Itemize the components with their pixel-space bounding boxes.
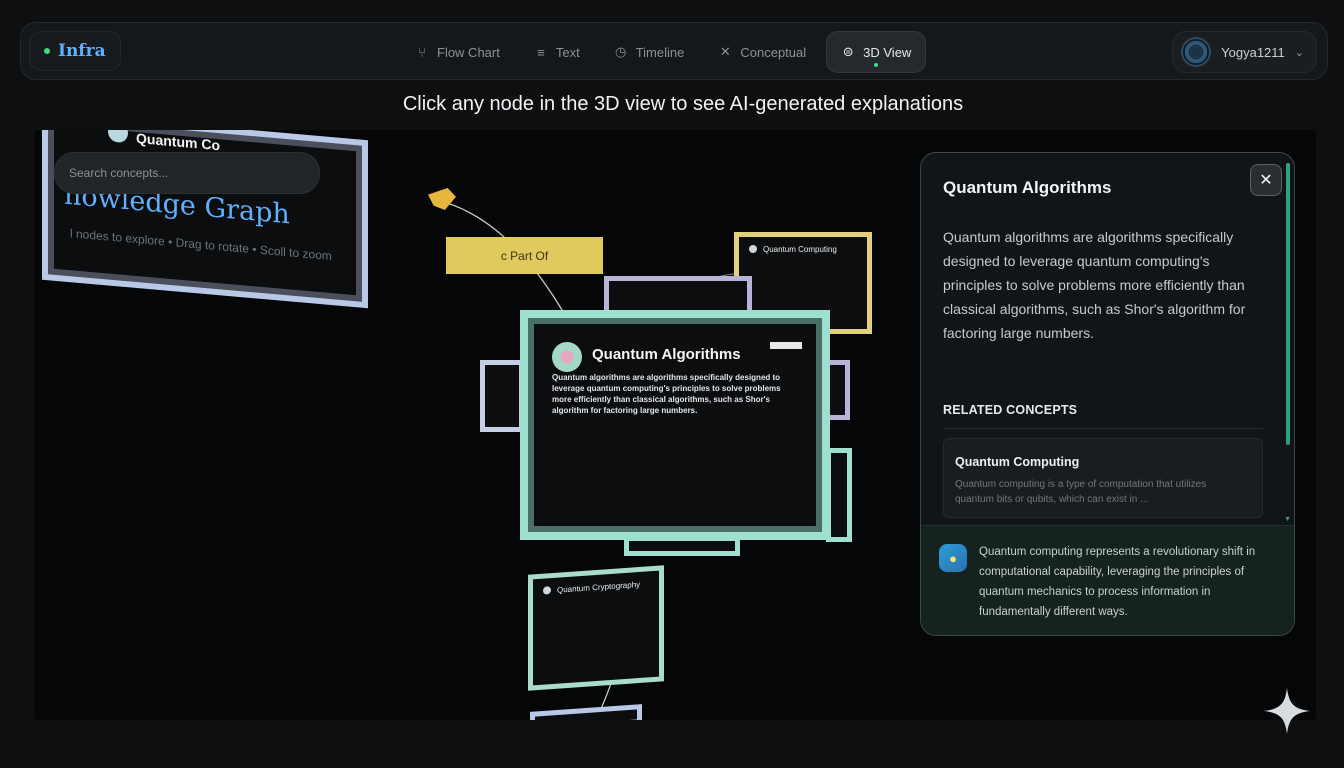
related-concept-title: Quantum Computing	[955, 455, 1080, 469]
avatar	[1181, 37, 1212, 67]
instruction-text: Click any node in the 3D view to see AI-…	[402, 93, 964, 115]
search-input[interactable]: Search concepts...	[54, 152, 320, 194]
node-description: Quantum algorithms are algorithms specif…	[552, 373, 781, 415]
top-navigation-bar: Infra ⑂ Flow Chart ≡ Text ◷ Timeline ✕ C…	[20, 22, 1328, 80]
scroll-down-icon[interactable]: ▼	[1284, 516, 1291, 523]
panel-description: Quantum algorithms are algorithms specif…	[943, 229, 1246, 341]
related-concepts-heading: RELATED CONCEPTS	[943, 403, 1078, 417]
tab-label: Text	[555, 44, 580, 60]
node-icon	[749, 245, 757, 253]
panel-title: Quantum Algorithms	[943, 178, 1112, 197]
concept-detail-panel: Quantum Algorithms ✕ Quantum algorithms …	[920, 152, 1295, 636]
header-node-title: Quantum Co	[136, 130, 220, 154]
tab-flow-chart[interactable]: ⑂ Flow Chart	[401, 31, 514, 73]
search-placeholder: Search concepts...	[69, 166, 169, 180]
lightbulb-icon: ●	[939, 544, 967, 572]
user-name: Yogya1211	[1221, 44, 1285, 60]
graph-subtitle: l nodes to explore • Drag to rotate • Sc…	[70, 226, 332, 264]
ai-insight-text: Quantum computing represents a revolutio…	[979, 546, 1256, 618]
node-icon	[552, 342, 582, 372]
tab-label: Flow Chart	[437, 44, 500, 60]
brand-name: Infra	[58, 41, 106, 61]
clock-icon: ◷	[615, 44, 627, 59]
tab-conceptual[interactable]: ✕ Conceptual	[704, 31, 820, 73]
node-icon	[543, 586, 551, 595]
scrollbar[interactable]	[1286, 163, 1290, 445]
close-icon: ✕	[1259, 172, 1273, 189]
node-icon	[108, 130, 128, 144]
status-dot-icon	[44, 48, 50, 54]
graph-node-card[interactable]	[480, 360, 524, 432]
chevron-down-icon: ⌄	[1294, 46, 1304, 59]
sparkle-icon	[1264, 688, 1310, 734]
close-button[interactable]: ✕	[1250, 164, 1282, 196]
node-title: Quantum Computing	[763, 245, 837, 254]
view-tabs: ⑂ Flow Chart ≡ Text ◷ Timeline ✕ Concept…	[401, 31, 927, 73]
graph-node-card[interactable]: Quantum Cryptography	[528, 565, 664, 691]
related-concept-card[interactable]: Quantum Computing Quantum computing is a…	[943, 438, 1263, 518]
related-concept-description: Quantum computing is a type of computati…	[955, 479, 1207, 505]
edge-label-part-of: c Part Of	[446, 237, 603, 274]
tab-3d-view[interactable]: ⊜ 3D View	[826, 31, 927, 73]
node-title: Quantum Cryptography	[557, 579, 641, 595]
text-icon: ≡	[537, 44, 545, 60]
selected-node-quantum-algorithms[interactable]: Quantum Algorithms Quantum algorithms ar…	[520, 310, 830, 540]
flow-chart-icon: ⑂	[418, 44, 426, 60]
tab-label: Conceptual	[740, 44, 807, 60]
brand-logo[interactable]: Infra	[29, 31, 121, 71]
cube-icon: ⊜	[842, 44, 854, 59]
tab-text[interactable]: ≡ Text	[520, 31, 594, 73]
conceptual-icon: ✕	[719, 44, 731, 59]
ai-insight-box: ● Quantum computing represents a revolut…	[921, 525, 1294, 635]
node-title: Quantum Algorithms	[592, 346, 741, 363]
node-badge	[770, 342, 802, 349]
tab-label: 3D View	[863, 44, 912, 60]
tab-label: Timeline	[635, 44, 685, 60]
tab-timeline[interactable]: ◷ Timeline	[600, 31, 699, 73]
user-menu[interactable]: Yogya1211 ⌄	[1172, 31, 1317, 73]
divider	[943, 428, 1263, 429]
